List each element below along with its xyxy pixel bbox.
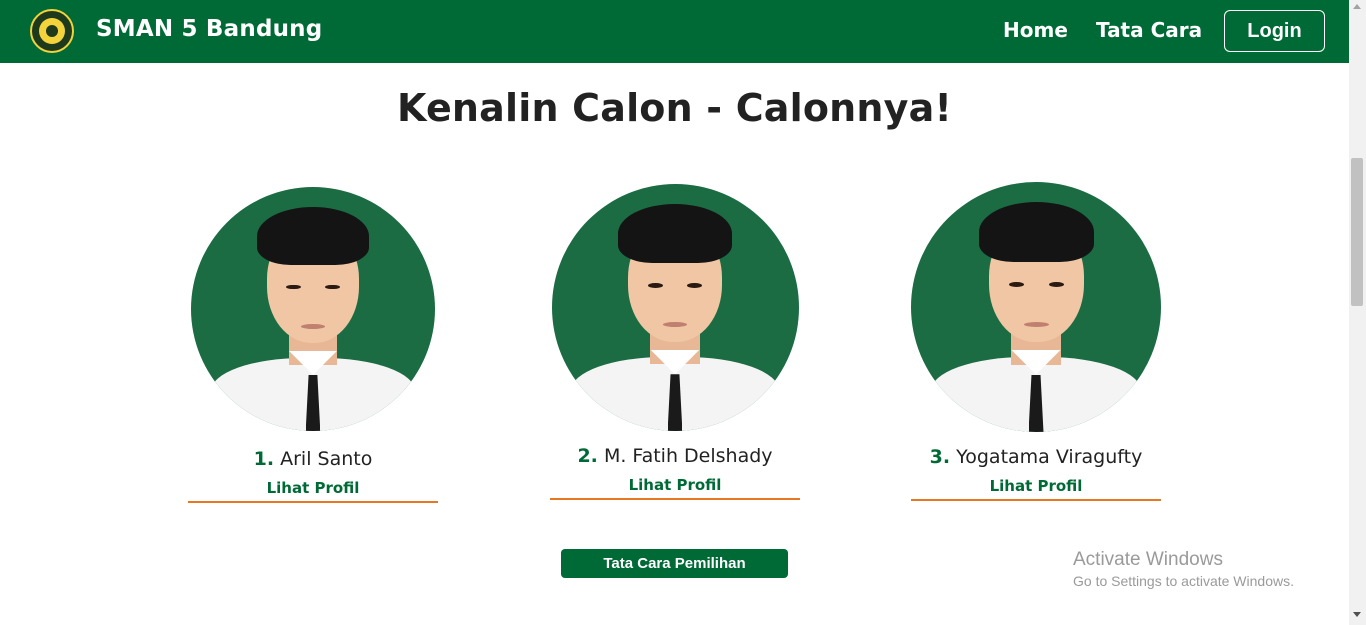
brand-title[interactable]: SMAN 5 Bandung [96, 16, 322, 42]
windows-activation-watermark: Activate Windows Go to Settings to activ… [1073, 549, 1294, 589]
tata-cara-pemilihan-button[interactable]: Tata Cara Pemilihan [561, 549, 788, 578]
candidate-photo-2 [551, 184, 799, 431]
profil-underline-2 [550, 498, 800, 500]
lihat-profil-link-2[interactable]: Lihat Profil [550, 476, 800, 494]
nav-tata-cara-link[interactable]: Tata Cara [1096, 18, 1202, 42]
watermark-title: Activate Windows [1073, 549, 1223, 570]
login-button[interactable]: Login [1224, 10, 1325, 52]
watermark-subtitle: Go to Settings to activate Windows. [1073, 573, 1294, 589]
candidate-card-1: 1. Aril Santo Lihat Profil [188, 187, 438, 503]
page-title: Kenalin Calon - Calonnya! [396, 86, 953, 130]
profil-underline-1 [188, 501, 438, 503]
profil-underline-3 [911, 499, 1161, 501]
candidate-photo-1 [191, 187, 435, 431]
candidate-name-3: 3. Yogatama Viragufty [929, 446, 1143, 468]
scroll-down-arrow-icon[interactable] [1353, 612, 1361, 617]
candidate-photo-3 [911, 182, 1161, 432]
lihat-profil-link-3[interactable]: Lihat Profil [911, 477, 1161, 495]
scroll-up-arrow-icon[interactable] [1353, 4, 1361, 9]
nav-home-link[interactable]: Home [1003, 18, 1068, 42]
scroll-thumb[interactable] [1351, 158, 1363, 306]
school-logo-icon[interactable] [30, 9, 74, 53]
candidate-name-2: 2. M. Fatih Delshady [577, 445, 773, 467]
vertical-scrollbar[interactable] [1349, 0, 1366, 625]
candidate-name-1: 1. Aril Santo [253, 448, 373, 470]
candidate-card-3: 3. Yogatama Viragufty Lihat Profil [911, 182, 1161, 501]
candidate-card-2: 2. M. Fatih Delshady Lihat Profil [550, 184, 800, 500]
lihat-profil-link-1[interactable]: Lihat Profil [188, 479, 438, 497]
navbar: SMAN 5 Bandung Home Tata Cara Login [0, 0, 1349, 63]
